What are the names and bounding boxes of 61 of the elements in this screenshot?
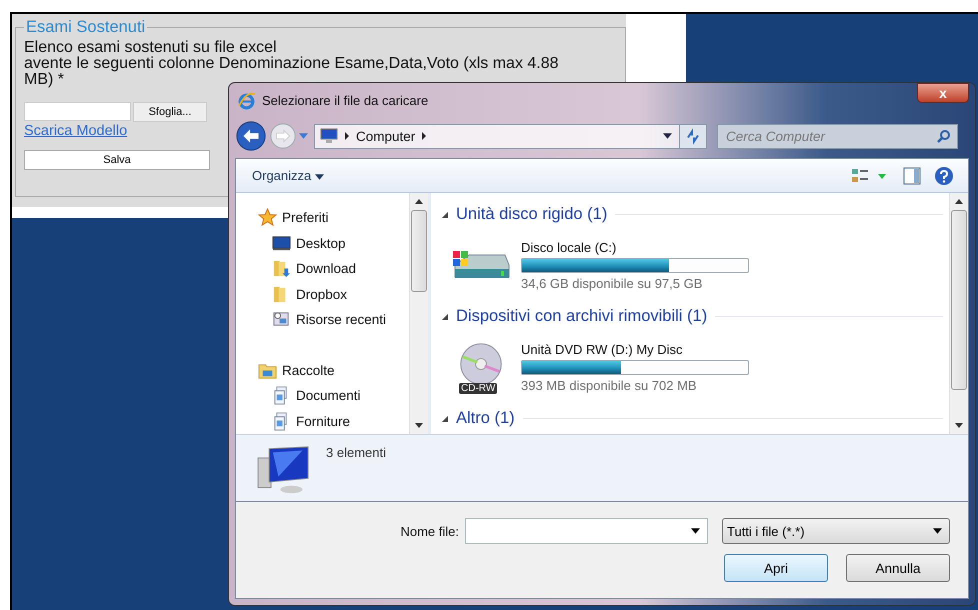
nav-item[interactable]: Dropbox bbox=[258, 282, 409, 307]
browse-button[interactable]: Sfoglia... bbox=[133, 102, 207, 122]
nav-item[interactable]: Download bbox=[258, 256, 409, 282]
organize-menu[interactable]: Organizza bbox=[248, 166, 328, 185]
dropdown-arrow-icon[interactable] bbox=[663, 133, 672, 139]
drive-item[interactable]: CD-RW Unità DVD RW (D:) My Disc 393 MB disponibile su 702 MB bbox=[441, 329, 943, 405]
download-template-link[interactable]: Scarica Modello bbox=[24, 123, 128, 139]
search-field[interactable]: Cerca Computer bbox=[717, 124, 958, 148]
description-text: Elenco esami sostenuti su file excel bbox=[24, 40, 278, 56]
file-type-dropdown[interactable]: Tutti i file (*.*) bbox=[722, 518, 950, 544]
nav-item[interactable]: Risorse recenti bbox=[258, 307, 409, 332]
drive-name: Disco locale (C:) bbox=[521, 240, 618, 254]
item-count: 3 elementi bbox=[326, 445, 386, 462]
scroll-up-icon[interactable] bbox=[415, 199, 423, 204]
capacity-text: 393 MB disponibile su 702 MB bbox=[521, 378, 698, 392]
preview-pane-icon[interactable] bbox=[902, 166, 922, 186]
collapse-arrow-icon[interactable] bbox=[441, 312, 448, 320]
group-heading[interactable]: Altro (1) bbox=[456, 408, 515, 428]
nav-item[interactable]: Desktop bbox=[258, 230, 409, 256]
refresh-button[interactable] bbox=[679, 124, 706, 148]
open-button[interactable]: Apri bbox=[724, 554, 828, 582]
help-icon[interactable] bbox=[934, 166, 954, 186]
collapse-arrow-icon[interactable] bbox=[441, 414, 448, 422]
group-heading[interactable]: Dispositivi con archivi rimovibili (1) bbox=[456, 306, 708, 326]
back-button[interactable] bbox=[235, 120, 267, 152]
address-bar[interactable]: Computer bbox=[314, 124, 707, 148]
scrollbar[interactable] bbox=[409, 193, 428, 434]
dialog-title: Selezionare il file da caricare bbox=[262, 92, 428, 108]
desktop-icon bbox=[272, 234, 291, 253]
nav-item[interactable]: Forniture bbox=[258, 408, 409, 434]
collapse-arrow-icon[interactable] bbox=[441, 210, 448, 218]
file-input[interactable] bbox=[24, 102, 131, 121]
dropdown-arrow-icon[interactable] bbox=[933, 528, 942, 534]
search-icon bbox=[937, 128, 951, 142]
browser-logo-icon bbox=[237, 90, 256, 110]
scroll-down-icon[interactable] bbox=[955, 423, 963, 428]
save-button[interactable]: Salva bbox=[24, 150, 210, 170]
filename-field[interactable] bbox=[465, 518, 708, 544]
cancel-button[interactable]: Annulla bbox=[846, 554, 950, 582]
capacity-text: 34,6 GB disponibile su 97,5 GB bbox=[521, 276, 704, 290]
breadcrumb-arrow-icon bbox=[345, 132, 349, 140]
nav-item[interactable]: Preferiti bbox=[258, 205, 409, 230]
disc-type-label: CD-RW bbox=[459, 383, 498, 394]
nav-item[interactable]: Raccolte bbox=[258, 358, 409, 383]
dropdown-arrow-icon[interactable] bbox=[691, 528, 700, 534]
close-button[interactable]: x bbox=[917, 83, 969, 103]
nav-item[interactable]: Documenti bbox=[258, 383, 409, 408]
scrollbar[interactable] bbox=[949, 193, 968, 434]
star-icon bbox=[258, 208, 277, 228]
description-text: avente le seguenti colonne Denominazione Esame,Data,Voto (xls max 4.88 MB) * bbox=[24, 56, 560, 88]
computer-icon bbox=[320, 128, 338, 144]
filename-label: Nome file: bbox=[400, 524, 459, 538]
breadcrumb-arrow-icon[interactable] bbox=[422, 132, 426, 140]
caret-icon bbox=[314, 174, 324, 180]
download-folder-icon bbox=[272, 259, 291, 278]
drive-name: Unità DVD RW (D:) My Disc bbox=[521, 342, 684, 356]
drive-item[interactable]: Disco locale (C:) 34,6 GB disponibile su 97,5 GB bbox=[441, 227, 943, 303]
breadcrumb-item[interactable]: Computer bbox=[356, 128, 416, 144]
group-heading[interactable]: Unità disco rigido (1) bbox=[456, 204, 608, 224]
scroll-down-icon[interactable] bbox=[415, 423, 423, 428]
scroll-up-icon[interactable] bbox=[955, 199, 963, 204]
